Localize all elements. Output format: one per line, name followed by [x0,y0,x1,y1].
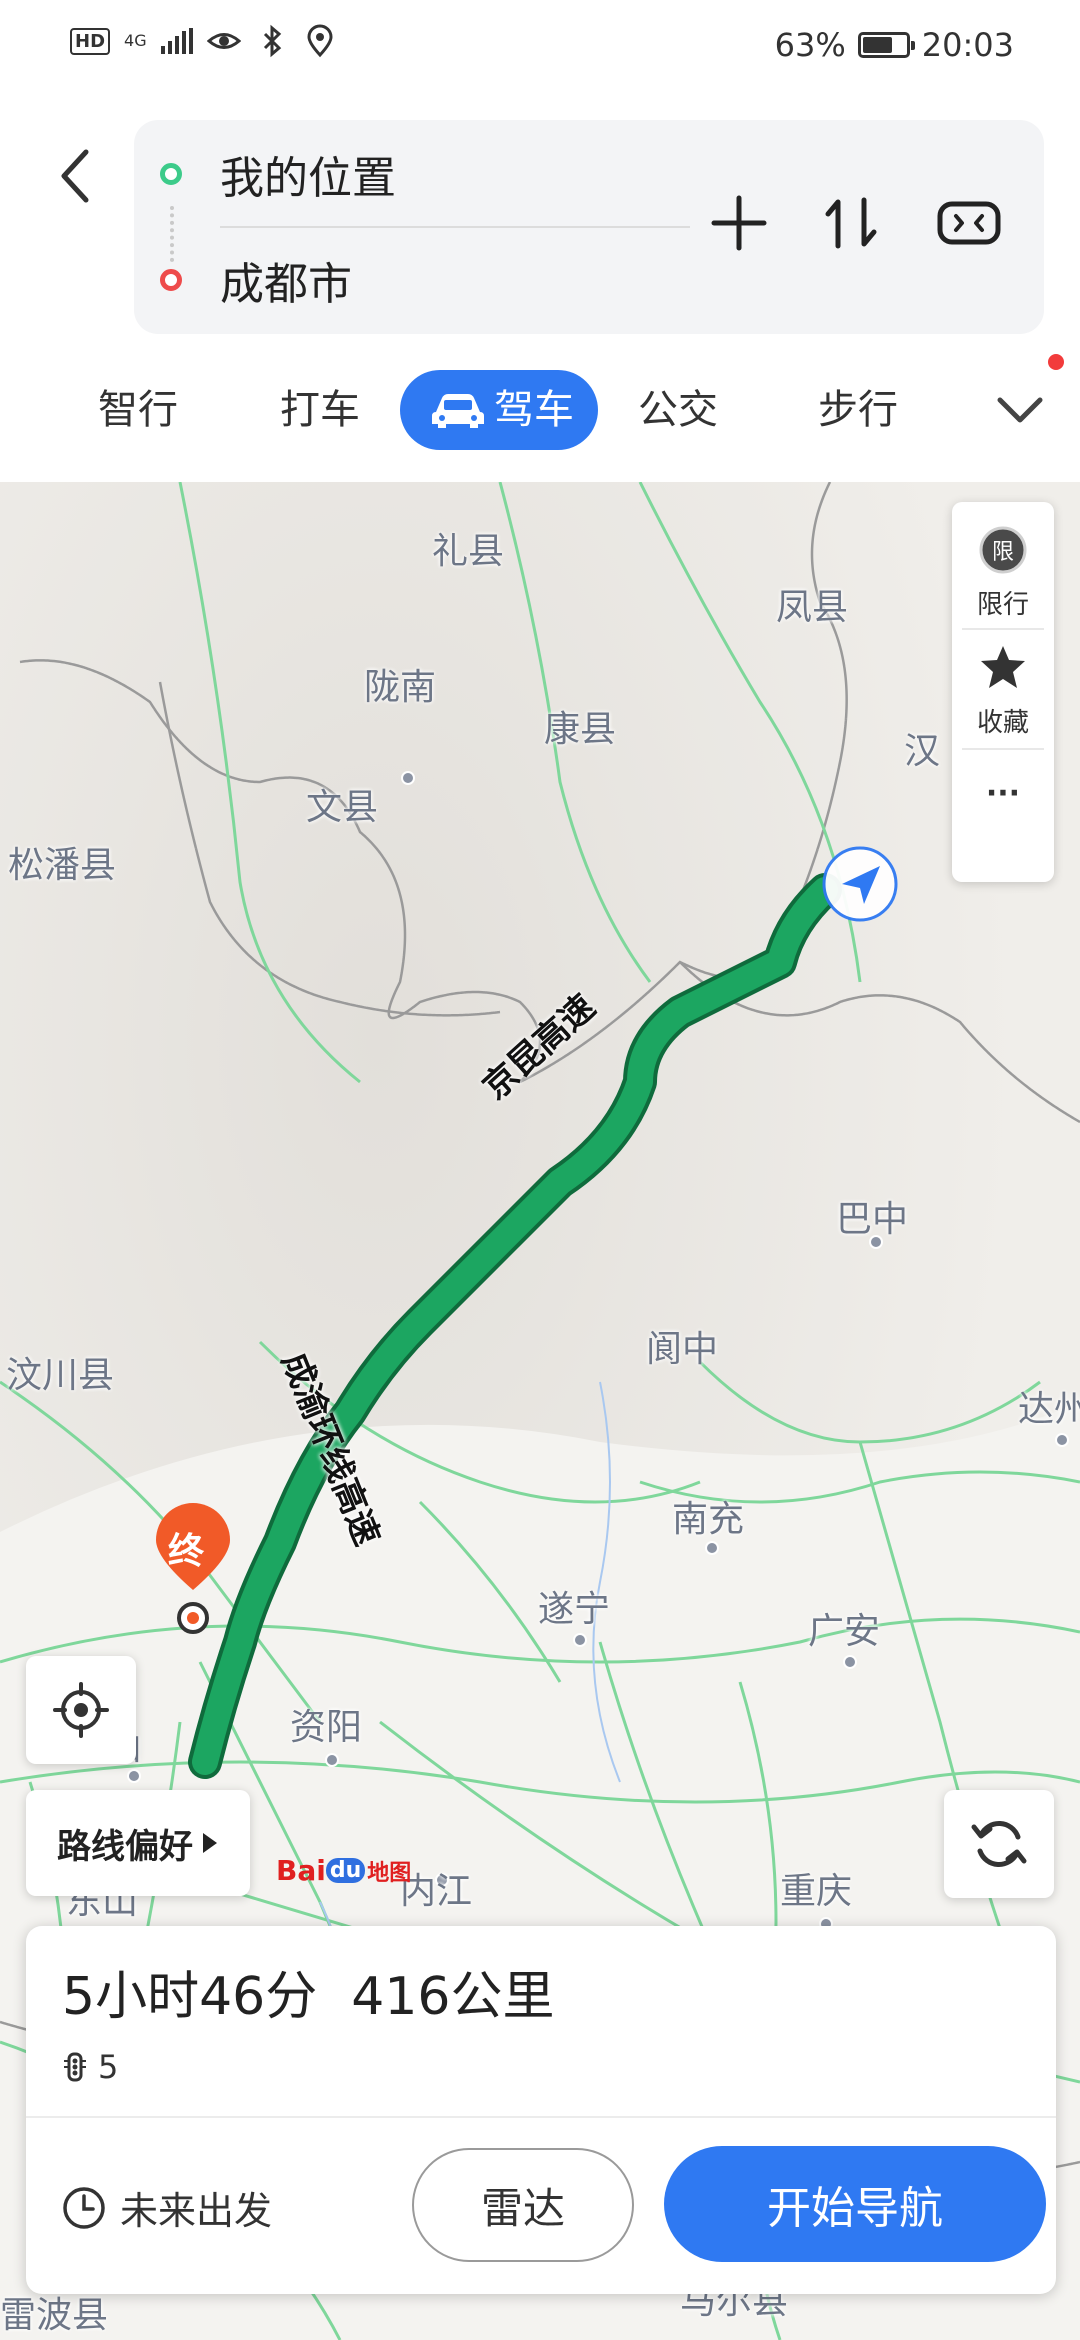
baidu-map-logo: Bai du 地图 [276,1854,411,1887]
toggle-icon[interactable] [934,188,1004,258]
place-label: 陇南 [364,667,437,708]
tab-drive[interactable]: 驾车 [400,370,598,450]
depart-later-button[interactable]: 未来出发 [60,2180,272,2235]
travel-mode-tabs: 智行 打车 驾车 公交 步行 [0,370,1080,450]
place-label: 礼县 [432,531,505,572]
back-icon[interactable] [48,140,104,212]
status-bar: HD 4G 63% 20:03 [0,0,1080,92]
depart-later-label: 未来出发 [120,2189,273,2233]
add-waypoint-icon[interactable] [704,188,774,258]
tab-drive-label: 驾车 [494,387,574,433]
route-duration: 5小时46分 [62,1967,318,2027]
battery-icon [857,32,915,58]
traffic-lights-info: 5 [62,2048,118,2086]
eye-icon [206,33,241,49]
start-navigation-button[interactable]: 开始导航 [664,2146,1046,2262]
place-label: 松潘县 [8,845,117,886]
hd-badge: HD [70,27,111,55]
card-divider [26,2116,1056,2118]
route-divider [220,226,690,228]
place-label: 南充 [672,1499,745,1540]
logo-text-bai: Bai [276,1854,326,1887]
play-triangle-icon [203,1833,217,1853]
more-dots-icon: ··· [985,776,1021,811]
battery-percent: 63% [774,26,846,64]
panel-divider [962,628,1044,630]
restriction-label: 限行 [976,590,1029,620]
destination-marker-label: 终 [168,1531,205,1572]
swap-icon[interactable] [816,188,886,258]
location-icon [307,24,333,58]
signal-icon [160,28,193,54]
place-label: 汶川县 [6,1355,115,1396]
traffic-light-icon [64,2052,86,2082]
network-type: 4G [124,31,147,50]
place-label: 阆中 [646,1329,719,1370]
status-right: 63% 20:03 [775,26,1014,64]
status-left: HD 4G [70,24,337,58]
panel-divider [962,748,1044,750]
route-preference-label: 路线偏好 [57,1826,193,1867]
radar-button[interactable]: 雷达 [412,2148,634,2262]
destination-text[interactable]: 成都市 [220,248,352,312]
logo-paw-icon: du [325,1858,366,1883]
traffic-lights-count: 5 [98,2048,119,2086]
battery-fill [862,37,892,53]
route-header: 我的位置 成都市 智行 打车 驾车 公交 步行 [0,92,1080,482]
place-label: 巴中 [836,1199,909,1240]
car-icon [432,394,484,428]
origin-text[interactable]: 我的位置 [220,142,396,206]
restriction-button[interactable]: 限 限行 [952,524,1054,621]
route-summary: 5小时46分 416公里 [62,1954,555,2029]
tab-taxi[interactable]: 打车 [246,370,394,450]
clock-icon [63,2186,105,2229]
favorite-label: 收藏 [976,708,1029,738]
notification-dot [1048,354,1064,370]
tab-bus[interactable]: 公交 [604,370,752,450]
route-input-box: 我的位置 成都市 [134,120,1044,334]
locate-button[interactable] [26,1656,136,1764]
place-label: 文县 [306,787,379,828]
tab-walk[interactable]: 步行 [784,370,932,450]
refresh-icon [971,1821,1027,1867]
place-label: 凤县 [776,587,849,628]
destination-dot-icon [160,269,182,291]
place-label: 资阳 [290,1707,363,1748]
clock: 20:03 [921,26,1014,64]
more-modes-chevron-icon[interactable] [990,380,1050,440]
map-side-panel: 限 限行 收藏 ··· [952,502,1054,882]
place-label: 重庆 [780,1871,853,1912]
bluetooth-icon [263,24,281,58]
refresh-button[interactable] [944,1790,1054,1898]
route-preference-button[interactable]: 路线偏好 [26,1790,250,1896]
star-icon [981,646,1025,688]
place-label: 汉 [904,731,941,772]
restriction-badge: 限 [991,540,1014,565]
crosshair-icon [53,1682,109,1738]
route-distance: 416公里 [351,1967,555,2027]
place-label: 遂宁 [538,1589,611,1630]
tab-smart[interactable]: 智行 [64,370,212,450]
current-location-icon[interactable] [820,844,900,924]
route-summary-card: 5小时46分 416公里 5 未来出发 雷达 开始导航 [26,1926,1056,2294]
more-button[interactable]: ··· [952,776,1054,811]
place-label: 广安 [808,1611,881,1652]
favorite-button[interactable]: 收藏 [952,642,1054,739]
place-label: 康县 [544,709,617,750]
destination-row[interactable]: 成都市 [134,230,352,330]
logo-text-map: 地图 [367,1860,412,1886]
place-label: 达州 [1018,1389,1080,1430]
origin-dot-icon [160,163,182,185]
